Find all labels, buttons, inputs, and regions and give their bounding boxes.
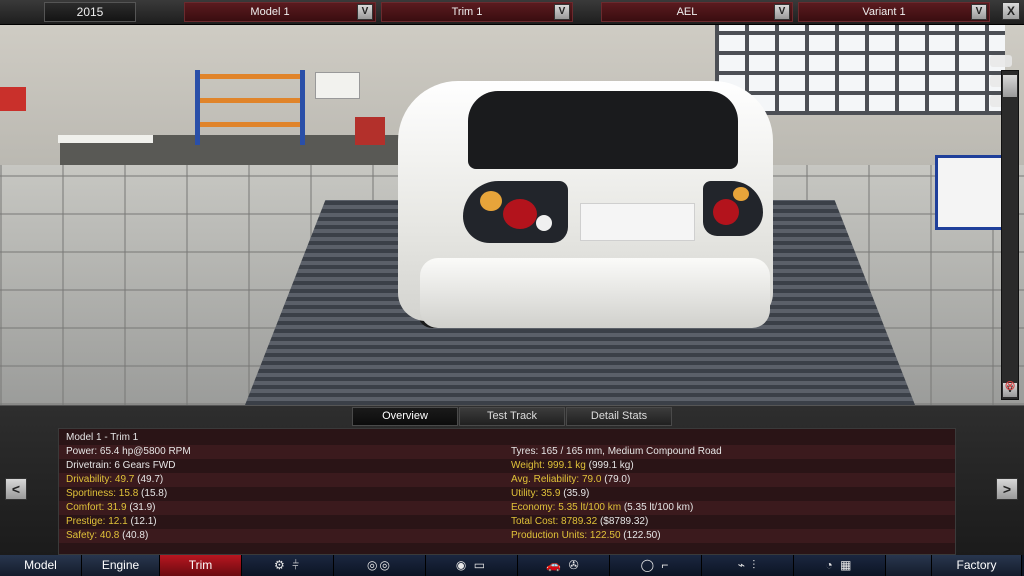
license-plate	[580, 203, 695, 241]
interior-icon[interactable]: ◯ ⌐	[610, 555, 702, 576]
variant-dropdown-label: Variant 1	[862, 6, 906, 18]
drivability-stat: Drivability: 49.7 (49.7)	[66, 474, 164, 485]
model-dropdown[interactable]: Model 1 V	[184, 2, 376, 22]
drivetrain-stat: Drivetrain: 6 Gears FWD	[66, 460, 176, 471]
stats-row: Power: 65.4 hp@5800 RPM Tyres: 165 / 165…	[59, 445, 955, 459]
production-units-stat: Production Units: 122.50 (122.50)	[511, 530, 661, 541]
utility-stat: Utility: 35.9 (35.9)	[511, 488, 590, 499]
camera-icon[interactable]	[990, 55, 1012, 67]
gearbox-icon[interactable]: ⚙ ⫩	[242, 555, 334, 576]
left-tail-light	[463, 181, 568, 243]
rear-window	[468, 91, 738, 169]
whiteboard	[315, 72, 360, 99]
body-icon[interactable]: 🚗 ✇	[518, 555, 610, 576]
stats-row: Drivetrain: 6 Gears FWD Weight: 999.1 kg…	[59, 459, 955, 473]
stats-table: Model 1 - Trim 1 Power: 65.4 hp@5800 RPM…	[58, 428, 956, 555]
car-viewport[interactable]: V ⊗	[0, 25, 1024, 405]
economy-stat: Economy: 5.35 lt/100 km (5.35 lt/100 km)	[511, 502, 694, 513]
next-arrow-button[interactable]: >	[996, 478, 1018, 500]
comfort-stat: Comfort: 31.9 (31.9)	[66, 502, 156, 513]
nav-engine[interactable]: Engine	[82, 555, 160, 576]
exit-sign	[0, 87, 26, 111]
wheels-icon[interactable]: ◎◎	[334, 555, 426, 576]
tab-test-track[interactable]: Test Track	[459, 407, 565, 426]
close-button[interactable]: X	[1002, 2, 1020, 20]
nav-trim[interactable]: Trim	[160, 555, 242, 576]
prev-arrow-button[interactable]: <	[5, 478, 27, 500]
chevron-down-icon[interactable]: V	[554, 4, 570, 20]
rear-bumper	[420, 258, 770, 328]
chevron-down-icon[interactable]: V	[774, 4, 790, 20]
stats-row: Safety: 40.8 (40.8) Production Units: 12…	[59, 529, 955, 543]
engine-dropdown-label: AEL	[676, 6, 698, 18]
stats-header: Model 1 - Trim 1	[66, 432, 139, 443]
car-model[interactable]	[380, 53, 780, 353]
trim-dropdown[interactable]: Trim 1 V	[381, 2, 573, 22]
chevron-down-icon[interactable]: V	[357, 4, 373, 20]
safety-stat: Safety: 40.8 (40.8)	[66, 530, 149, 541]
fixtures-icon[interactable]: ⌁ ⫶	[702, 555, 794, 576]
engine-dropdown[interactable]: AEL V	[601, 2, 793, 22]
weight-stat: Weight: 999.1 kg (999.1 kg)	[511, 460, 634, 471]
stats-row: Comfort: 31.9 (31.9) Economy: 5.35 lt/10…	[59, 501, 955, 515]
total-cost-stat: Total Cost: 8789.32 ($8789.32)	[511, 516, 649, 527]
stats-row: Model 1 - Trim 1	[59, 431, 955, 445]
trim-dropdown-label: Trim 1	[451, 6, 483, 18]
tyres-stat: Tyres: 165 / 165 mm, Medium Compound Roa…	[511, 446, 722, 457]
nav-model[interactable]: Model	[0, 555, 82, 576]
stats-row: Sportiness: 15.8 (15.8) Utility: 35.9 (3…	[59, 487, 955, 501]
zoom-scrollbar[interactable]: V	[1001, 70, 1019, 400]
info-panel: Overview Test Track Detail Stats < > Mod…	[0, 405, 1024, 555]
bottom-nav: Model Engine Trim ⚙ ⫩ ◎◎ ◉ ▭ 🚗 ✇ ◯ ⌐ ⌁ ⫶…	[0, 555, 1024, 576]
cabinet	[935, 155, 1005, 230]
reliability-stat: Avg. Reliability: 79.0 (79.0)	[511, 474, 631, 485]
tab-overview[interactable]: Overview	[352, 407, 458, 426]
nav-factory[interactable]: Factory	[932, 555, 1022, 576]
sportiness-stat: Sportiness: 15.8 (15.8)	[66, 488, 168, 499]
zoom-scrollbar-thumb[interactable]	[1003, 75, 1017, 97]
chevron-down-icon[interactable]: V	[971, 4, 987, 20]
workbench	[58, 135, 153, 143]
model-dropdown-label: Model 1	[250, 6, 290, 18]
target-icon[interactable]: ⊗	[999, 377, 1021, 393]
top-bar: 2015 Model 1 V Trim 1 V AEL V Variant 1 …	[0, 0, 1024, 25]
nav-spacer	[886, 555, 932, 576]
year-display[interactable]: 2015	[44, 2, 136, 22]
stats-row: Prestige: 12.1 (12.1) Total Cost: 8789.3…	[59, 515, 955, 529]
prestige-stat: Prestige: 12.1 (12.1)	[66, 516, 157, 527]
power-stat: Power: 65.4 hp@5800 RPM	[66, 446, 191, 457]
testing-icon[interactable]: ◔ ▦	[794, 555, 886, 576]
stats-row: Drivability: 49.7 (49.7) Avg. Reliabilit…	[59, 473, 955, 487]
tab-detail-stats[interactable]: Detail Stats	[566, 407, 672, 426]
info-tabs: Overview Test Track Detail Stats	[352, 407, 673, 426]
suspension-icon[interactable]: ◉ ▭	[426, 555, 518, 576]
variant-dropdown[interactable]: Variant 1 V	[798, 2, 990, 22]
shelf	[195, 70, 305, 145]
